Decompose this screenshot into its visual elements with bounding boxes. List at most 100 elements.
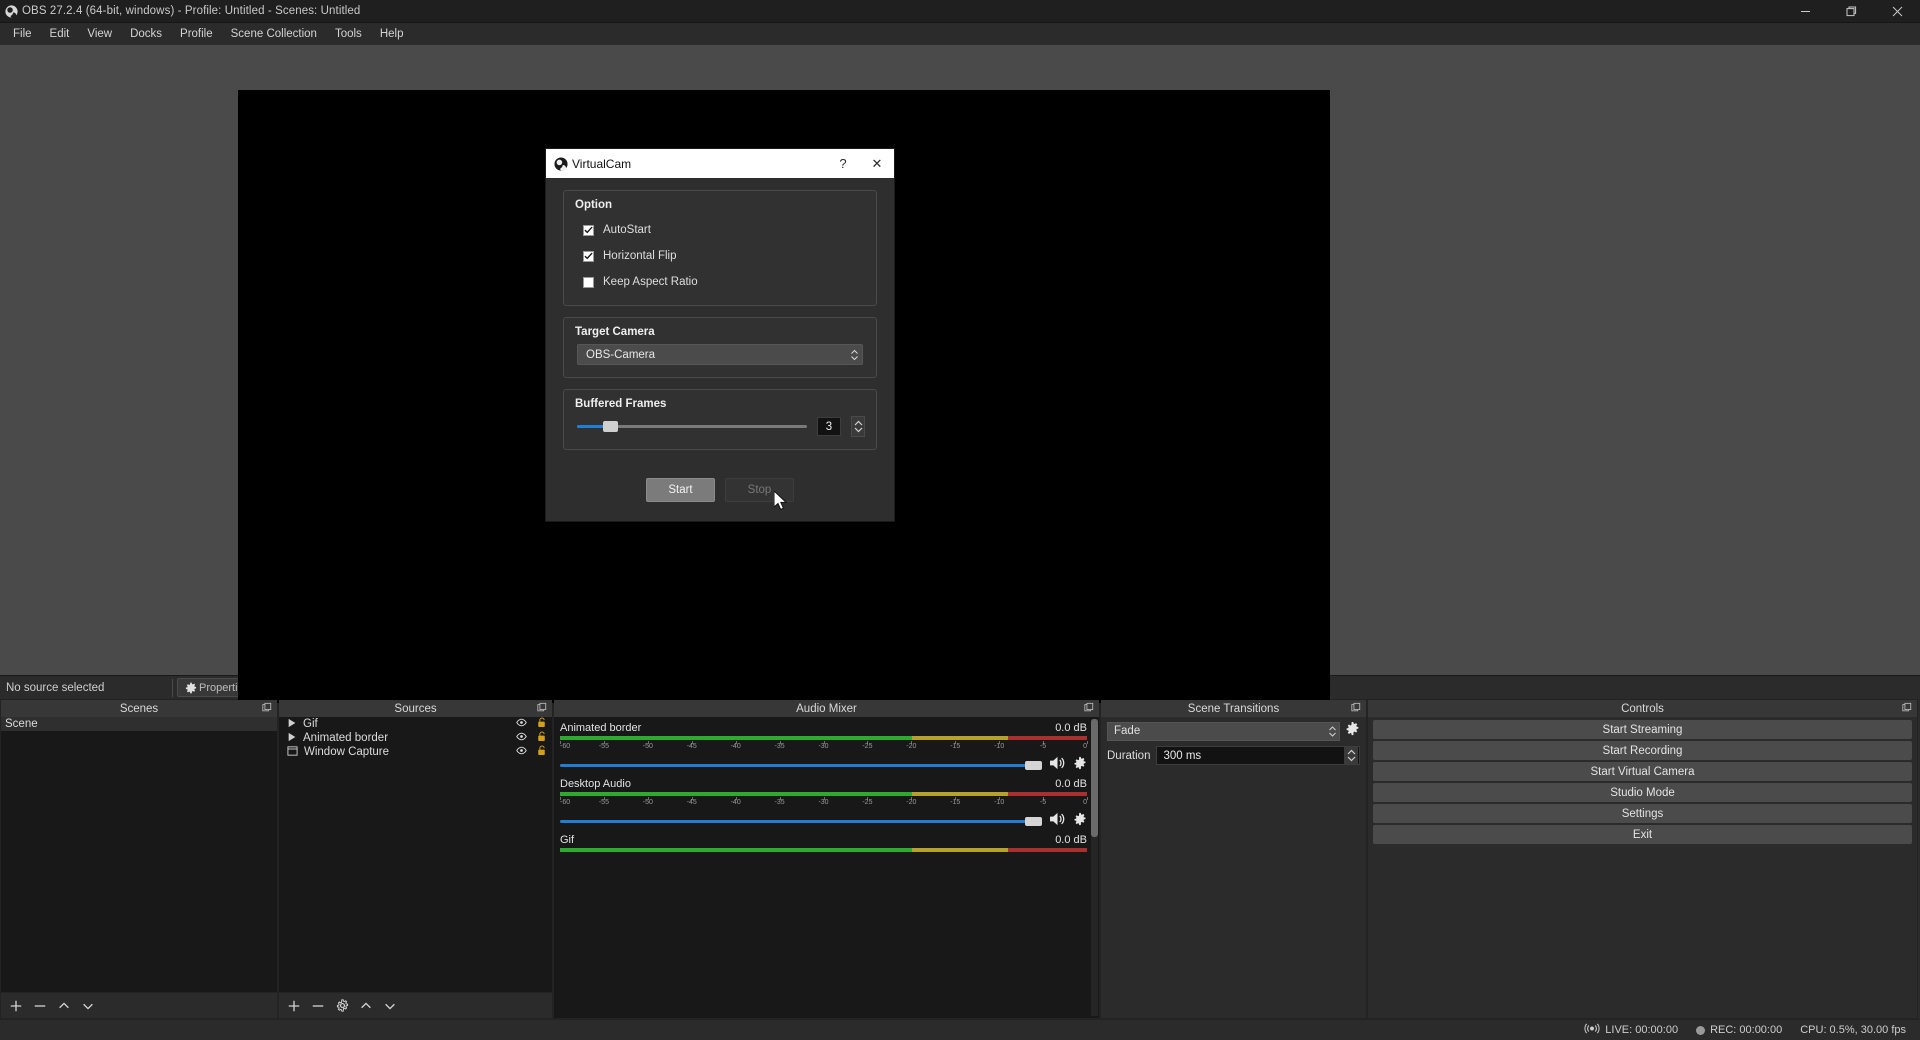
window-titlebar: OBS 27.2.4 (64-bit, windows) - Profile: … [0,0,1920,23]
rec-status: REC: 00:00:00 [1696,1024,1782,1036]
meter-tick-label: -35 [775,743,785,750]
autostart-row[interactable]: AutoStart [575,217,865,243]
meter-tick-label: -10 [994,743,1004,750]
dialog-close-icon[interactable]: ✕ [860,149,894,178]
remove-source-button[interactable] [307,995,329,1017]
dock-row: Scenes Scene Sources [0,699,1920,1019]
studio-mode-button[interactable]: Studio Mode [1373,783,1912,802]
gear-icon[interactable] [1073,756,1087,775]
keep-aspect-ratio-checkbox[interactable] [583,277,594,288]
transition-value: Fade [1114,725,1140,737]
source-properties-button[interactable] [331,995,353,1017]
menu-view[interactable]: View [78,25,121,43]
restore-icon[interactable] [1828,0,1874,23]
menu-help[interactable]: Help [371,25,413,43]
sources-list[interactable]: Gif Animated border Wind [279,717,552,992]
mixer-channel-header: Gif 0.0 dB [560,834,1087,846]
float-icon[interactable] [1351,702,1361,716]
meter-tick-label: -30 [818,799,828,806]
duration-spinbox[interactable]: 300 ms [1156,746,1360,765]
mixer-scrollbar[interactable] [1091,719,1098,1016]
transition-combobox[interactable]: Fade [1107,722,1340,741]
target-camera-group-title: Target Camera [575,326,865,338]
menu-tools[interactable]: Tools [326,25,371,43]
unlock-icon[interactable] [537,731,546,745]
move-scene-down-button[interactable] [77,995,99,1017]
stop-button: Stop [725,478,794,502]
keep-aspect-ratio-row[interactable]: Keep Aspect Ratio [575,269,865,295]
obs-main-window: OBS 27.2.4 (64-bit, windows) - Profile: … [0,0,1920,1040]
menu-profile[interactable]: Profile [171,25,222,43]
option-group-title: Option [575,199,865,211]
source-list-item[interactable]: Window Capture [279,745,552,759]
menu-edit[interactable]: Edit [41,25,79,43]
float-icon[interactable] [1084,702,1094,716]
eye-icon[interactable] [516,746,527,758]
menu-file[interactable]: File [4,25,41,43]
audio-mixer-body[interactable]: Animated border 0.0 dB -60-55-50-45-40-3… [554,717,1099,1018]
scene-list-item[interactable]: Scene [1,717,277,731]
menu-scene-collection[interactable]: Scene Collection [222,25,326,43]
horizontal-flip-row[interactable]: Horizontal Flip [575,243,865,269]
autostart-checkbox[interactable] [583,225,594,236]
unlock-icon[interactable] [537,745,546,759]
speaker-icon[interactable] [1049,812,1066,831]
scenes-list[interactable]: Scene [1,717,277,992]
meter-tick-label: -10 [994,799,1004,806]
volume-slider[interactable] [560,816,1042,828]
move-scene-up-button[interactable] [53,995,75,1017]
spinner-arrows-icon[interactable] [1344,747,1358,764]
mixer-channel-name: Desktop Audio [560,778,631,790]
transition-duration-row: Duration 300 ms [1107,746,1360,765]
toolbar-divider [172,679,173,697]
mixer-channel-name: Animated border [560,722,641,734]
help-icon[interactable]: ? [826,149,860,178]
chevron-updown-icon[interactable] [850,347,859,363]
mixer-channel-db: 0.0 dB [1055,778,1087,790]
exit-button[interactable]: Exit [1373,825,1912,844]
sources-title-label: Sources [394,703,436,715]
source-selection-status: No source selected [0,682,168,694]
float-icon[interactable] [537,702,547,716]
float-icon[interactable] [262,702,272,716]
start-recording-button[interactable]: Start Recording [1373,741,1912,760]
source-item-label: Window Capture [304,746,510,758]
settings-button[interactable]: Settings [1373,804,1912,823]
move-source-down-button[interactable] [379,995,401,1017]
move-source-up-button[interactable] [355,995,377,1017]
speaker-icon[interactable] [1049,756,1066,775]
chevron-updown-icon[interactable] [1328,724,1337,739]
duration-label: Duration [1107,750,1150,762]
source-list-item[interactable]: Animated border [279,731,552,745]
close-icon[interactable] [1874,0,1920,23]
buffered-frames-spinner-icon[interactable] [851,416,865,437]
controls-dock-title: Controls [1368,700,1917,717]
volume-slider[interactable] [560,760,1042,772]
horizontal-flip-checkbox[interactable] [583,251,594,262]
scene-transitions-body: Fade Duration 300 ms [1101,717,1366,1018]
gear-icon[interactable] [1073,812,1087,831]
source-list-item[interactable]: Gif [279,717,552,731]
float-icon[interactable] [1902,702,1912,716]
eye-icon[interactable] [516,732,527,744]
start-streaming-button[interactable]: Start Streaming [1373,720,1912,739]
add-scene-button[interactable] [5,995,27,1017]
minimize-icon[interactable] [1782,0,1828,23]
eye-icon[interactable] [516,718,527,730]
buffered-frames-value[interactable]: 3 [817,417,841,436]
unlock-icon[interactable] [537,717,546,731]
transition-properties-gear-icon[interactable] [1345,721,1360,741]
meter-tick-label: -15 [950,799,960,806]
buffered-frames-slider[interactable] [577,420,807,434]
start-button[interactable]: Start [646,478,715,502]
preview-area[interactable] [0,45,1920,675]
sources-footer [279,992,552,1018]
scene-transitions-dock-title: Scene Transitions [1101,700,1366,717]
cpu-status: CPU: 0.5%, 30.00 fps [1800,1024,1906,1036]
remove-scene-button[interactable] [29,995,51,1017]
menu-docks[interactable]: Docks [121,25,171,43]
buffered-frames-row: 3 [577,416,865,437]
start-virtual-camera-button[interactable]: Start Virtual Camera [1373,762,1912,781]
target-camera-combobox[interactable]: OBS-Camera [577,344,863,365]
add-source-button[interactable] [283,995,305,1017]
